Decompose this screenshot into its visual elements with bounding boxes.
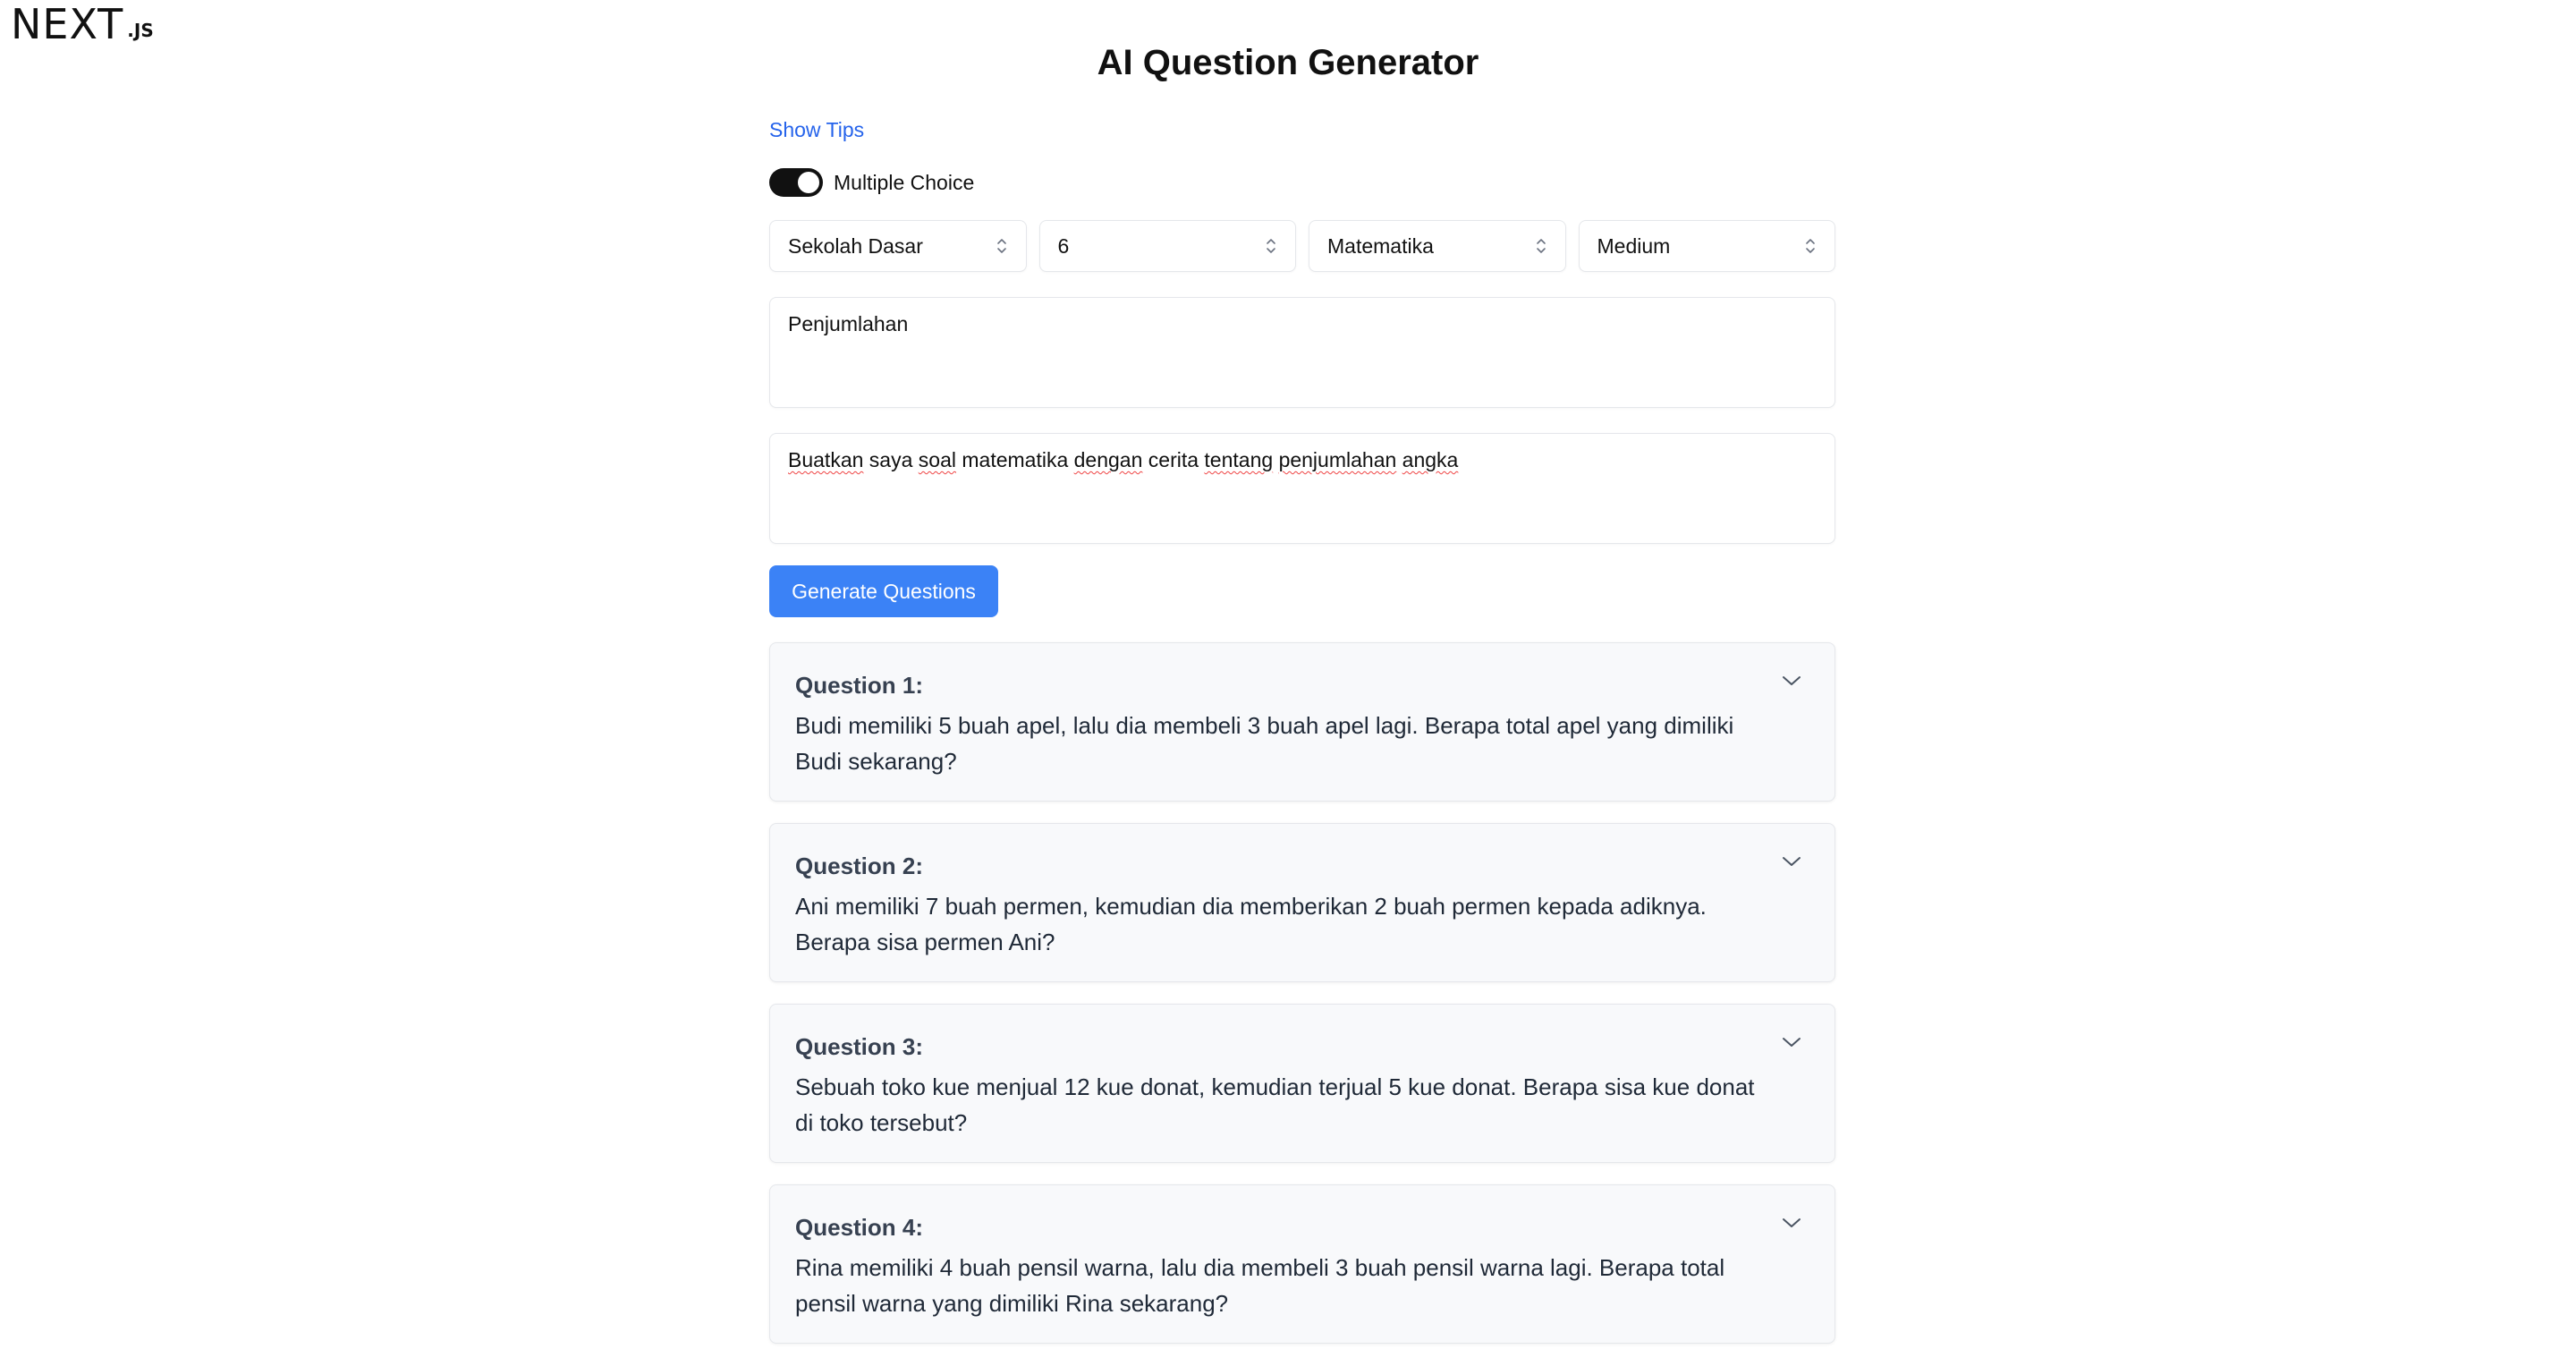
multiple-choice-label: Multiple Choice <box>834 170 975 194</box>
chevron-down-icon[interactable] <box>1781 1216 1802 1230</box>
chevron-up-down-icon <box>996 239 1006 253</box>
chevron-down-icon[interactable] <box>1781 854 1802 869</box>
multiple-choice-toggle-row: Multiple Choice <box>769 168 974 197</box>
topic-textarea[interactable]: Penjumlahan <box>769 297 1835 408</box>
filter-selects: Sekolah Dasar 6 Matematika Medium <box>769 220 1835 272</box>
logo-sub: .JS <box>127 20 154 41</box>
topic-text: Penjumlahan <box>788 312 909 335</box>
difficulty-select[interactable]: Medium <box>1578 220 1835 272</box>
question-title: Question 2: <box>795 853 924 879</box>
chevron-down-icon[interactable] <box>1781 1035 1802 1049</box>
toggle-knob <box>798 172 819 193</box>
question-card[interactable]: Question 3: Sebuah toko kue menjual 12 k… <box>769 1004 1835 1163</box>
subject-select[interactable]: Matematika <box>1309 220 1566 272</box>
question-text: Budi memiliki 5 buah apel, lalu dia memb… <box>795 712 1734 775</box>
nextjs-logo: NEXT .JS <box>11 4 154 45</box>
grade-value: 6 <box>1057 233 1070 258</box>
page-title: AI Question Generator <box>1097 43 1479 82</box>
question-card[interactable]: Question 2: Ani memiliki 7 buah permen, … <box>769 823 1835 982</box>
chevron-up-down-icon <box>1806 239 1815 253</box>
question-card[interactable]: Question 4: Rina memiliki 4 buah pensil … <box>769 1184 1835 1344</box>
subject-value: Matematika <box>1327 233 1434 258</box>
logo-mark: NEXT <box>11 0 124 48</box>
chevron-up-down-icon <box>1536 239 1546 253</box>
question-text: Rina memiliki 4 buah pensil warna, lalu … <box>795 1254 1725 1317</box>
question-card[interactable]: Question 1: Budi memiliki 5 buah apel, l… <box>769 642 1835 802</box>
prompt-text: Buatkan saya soal matematika dengan ceri… <box>788 448 1459 471</box>
show-tips-link[interactable]: Show Tips <box>769 118 864 142</box>
school-level-select[interactable]: Sekolah Dasar <box>769 220 1027 272</box>
question-text: Sebuah toko kue menjual 12 kue donat, ke… <box>795 1073 1755 1136</box>
question-text: Ani memiliki 7 buah permen, kemudian dia… <box>795 893 1707 955</box>
prompt-textarea[interactable]: Buatkan saya soal matematika dengan ceri… <box>769 433 1835 544</box>
grade-select[interactable]: 6 <box>1038 220 1296 272</box>
question-title: Question 4: <box>795 1214 924 1241</box>
difficulty-value: Medium <box>1597 233 1671 258</box>
question-title: Question 3: <box>795 1033 924 1060</box>
school-level-value: Sekolah Dasar <box>788 233 923 258</box>
generate-questions-button[interactable]: Generate Questions <box>769 565 998 617</box>
multiple-choice-toggle[interactable] <box>769 168 823 197</box>
question-title: Question 1: <box>795 672 924 699</box>
chevron-up-down-icon <box>1267 239 1275 253</box>
chevron-down-icon[interactable] <box>1781 674 1802 688</box>
